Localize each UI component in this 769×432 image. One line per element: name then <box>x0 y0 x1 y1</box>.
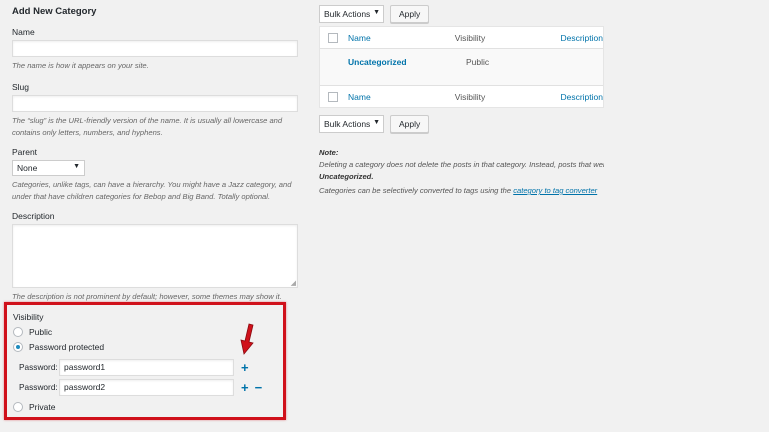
categories-table: Name Visibility Description Uncategorize… <box>319 26 604 108</box>
public-radio-label: Public <box>29 326 53 337</box>
password-radio-label: Password protected <box>29 341 105 352</box>
select-all-checkbox-footer[interactable] <box>328 91 338 102</box>
private-radio[interactable] <box>13 401 23 412</box>
note-converter-prefix: Categories can be selectively converted … <box>319 186 512 195</box>
slug-input[interactable] <box>12 95 298 112</box>
slug-label: Slug <box>12 82 30 92</box>
column-name-footer[interactable]: Name <box>348 92 455 102</box>
bulk-actions-select-bottom[interactable]: Bulk Actions ▼ <box>319 114 384 133</box>
category-name-link[interactable]: Uncategorized <box>348 57 466 67</box>
name-label: Name <box>12 27 35 37</box>
description-label: Description <box>12 211 55 221</box>
note-text: Deleting a category does not delete the … <box>319 160 604 169</box>
apply-button-top[interactable]: Apply <box>390 4 430 23</box>
visibility-label: Visibility <box>13 312 44 322</box>
table-footer: Name Visibility Description <box>320 85 603 107</box>
name-help: The name is how it appears on your site. <box>12 61 149 70</box>
chevron-down-icon: ▼ <box>73 163 80 170</box>
parent-select-value: None <box>17 163 38 173</box>
description-textarea[interactable]: ◢ <box>12 224 298 288</box>
apply-button-bottom[interactable]: Apply <box>390 114 430 133</box>
remove-password-button[interactable]: − <box>255 381 263 394</box>
note-label: Note: <box>319 148 339 157</box>
parent-select[interactable]: None ▼ <box>12 160 85 176</box>
column-visibility-footer: Visibility <box>454 91 486 102</box>
column-visibility: Visibility <box>454 32 486 43</box>
add-password-button[interactable]: + <box>241 361 249 374</box>
column-name[interactable]: Name <box>348 33 455 43</box>
private-radio-label: Private <box>29 401 56 412</box>
parent-label: Parent <box>12 147 38 157</box>
bulk-actions-value-bottom: Bulk Actions <box>324 118 371 129</box>
slug-help: The “slug” is the URL-friendly version o… <box>12 116 283 137</box>
table-row: Uncategorized Public <box>320 49 603 85</box>
bulk-actions-bottom: Bulk Actions ▼ Apply <box>319 114 604 133</box>
visibility-option-private[interactable]: Private <box>13 399 279 414</box>
category-visibility: Public <box>466 57 490 67</box>
password-radio[interactable] <box>13 341 23 352</box>
select-all-checkbox[interactable] <box>328 32 338 43</box>
password-label-2: Password: <box>19 382 58 392</box>
add-password-button-2[interactable]: + <box>241 381 249 394</box>
bulk-actions-value: Bulk Actions <box>324 8 371 19</box>
note-section: Note: Deleting a category does not delet… <box>319 148 604 197</box>
parent-help: Categories, unlike tags, can have a hier… <box>12 180 292 201</box>
column-description[interactable]: Description <box>560 33 603 43</box>
chevron-down-icon: ▼ <box>373 8 380 16</box>
public-radio[interactable] <box>13 326 23 337</box>
chevron-down-icon: ▼ <box>373 118 380 126</box>
add-category-form: Add New Category Name The name is how it… <box>12 6 302 303</box>
password-row-1: Password: password1 + <box>19 357 279 377</box>
name-input[interactable] <box>12 40 298 57</box>
bulk-actions-select-top[interactable]: Bulk Actions ▼ <box>319 4 384 23</box>
password-input-2[interactable]: password2 <box>59 378 234 396</box>
note-default-category: Uncategorized <box>319 172 372 181</box>
form-heading: Add New Category <box>12 6 97 17</box>
note-converter-line: Categories can be selectively converted … <box>319 185 604 197</box>
resize-grip-icon[interactable]: ◢ <box>291 279 296 287</box>
password-row-2: Password: password2 + − <box>19 377 279 397</box>
category-to-tag-converter-link[interactable]: category to tag converter <box>513 186 597 195</box>
visibility-highlight-box: Visibility Public Password protected Pas… <box>4 302 286 420</box>
password-input-1[interactable]: password1 <box>59 358 234 376</box>
annotation-arrow-icon <box>240 323 254 355</box>
bulk-actions-top: Bulk Actions ▼ Apply <box>319 4 604 23</box>
table-header: Name Visibility Description <box>320 27 603 49</box>
column-description-footer[interactable]: Description <box>560 92 603 102</box>
categories-list-panel: Bulk Actions ▼ Apply Name Visibility Des… <box>319 4 604 197</box>
password-label-1: Password: <box>19 362 58 372</box>
